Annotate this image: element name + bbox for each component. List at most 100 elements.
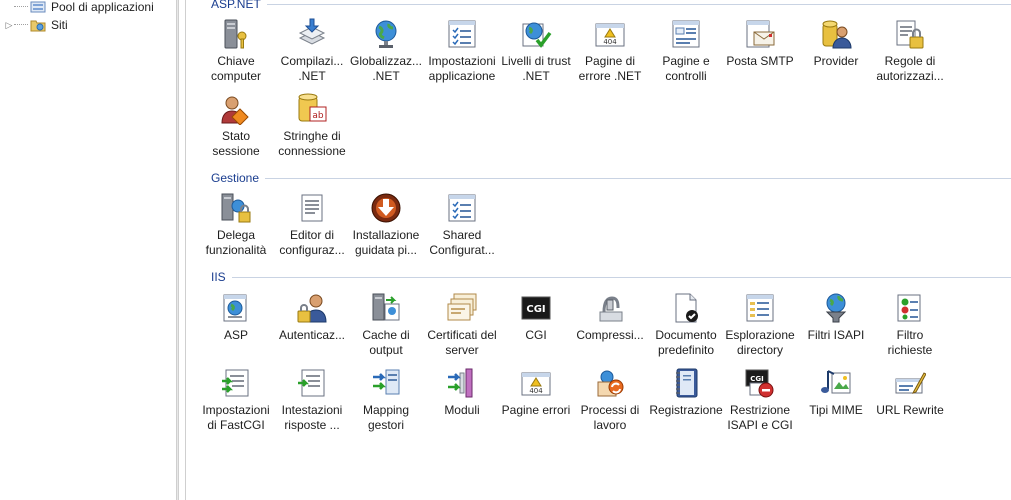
feature-authorization-rules[interactable]: Regole di autorizzazi... — [872, 16, 948, 84]
group-header-management[interactable]: Gestione — [211, 171, 1011, 185]
tree-item-sites[interactable]: ▷ Siti — [0, 16, 68, 34]
session-state-icon — [218, 91, 254, 127]
error-page-icon: 404 — [592, 16, 628, 52]
tree-connector — [14, 24, 28, 26]
asp-icon — [218, 290, 254, 326]
feature-delegation[interactable]: Delega funzionalità — [198, 190, 274, 258]
feature-compression[interactable]: Compressi... — [572, 290, 648, 343]
feature-error-pages[interactable]: 404 Pagine errori — [498, 365, 574, 418]
feature-label: Shared Configurat... — [429, 228, 495, 257]
output-cache-icon — [368, 290, 404, 326]
feature-label: Filtri ISAPI — [807, 328, 865, 342]
server-certificates-icon — [444, 290, 480, 326]
feature-label: Posta SMTP — [726, 54, 794, 68]
feature-label: Cache di output — [362, 328, 410, 357]
authorization-rules-icon — [892, 16, 928, 52]
feature-label: CGI — [525, 328, 547, 342]
globe-icon — [368, 16, 404, 52]
feature-label: Esplorazione directory — [725, 328, 795, 357]
feature-smtp-mail[interactable]: Posta SMTP — [722, 16, 798, 69]
handler-mappings-icon — [368, 365, 404, 401]
feature-pages-controls[interactable]: Pagine e controlli — [648, 16, 724, 84]
feature-modules[interactable]: Moduli — [424, 365, 500, 418]
feature-url-rewrite[interactable]: URL Rewrite — [872, 365, 948, 418]
connection-strings-icon: ab — [294, 91, 330, 127]
feature-worker-processes[interactable]: Processi di lavoro — [572, 365, 648, 433]
shared-config-icon — [444, 190, 480, 226]
feature-label: Globalizzaz... .NET — [349, 54, 423, 83]
feature-authentication[interactable]: Autenticaz... — [274, 290, 350, 343]
modules-icon — [444, 365, 480, 401]
feature-label: Stato sessione — [212, 129, 260, 158]
tree-item-app-pools[interactable]: Pool di applicazioni — [0, 0, 154, 16]
feature-label: Filtro richieste — [887, 328, 933, 357]
tree-item-label: Pool di applicazioni — [51, 0, 154, 14]
tree-item-label: Siti — [51, 18, 68, 32]
group-header-iis[interactable]: IIS — [211, 270, 1011, 284]
feature-config-editor[interactable]: Editor di configuraz... — [274, 190, 350, 258]
feature-label: Processi di lavoro — [580, 403, 640, 432]
pane-splitter[interactable] — [176, 0, 179, 500]
feature-label: Regole di autorizzazi... — [876, 54, 944, 83]
svg-text:CGI: CGI — [526, 304, 545, 315]
isapi-filters-icon — [818, 290, 854, 326]
feature-trust-levels[interactable]: Livelli di trust .NET — [498, 16, 574, 84]
config-editor-icon — [294, 190, 330, 226]
logging-icon — [668, 365, 704, 401]
feature-dotnet-error-pages[interactable]: 404 Pagine di errore .NET — [572, 16, 648, 84]
feature-request-filtering[interactable]: Filtro richieste — [872, 290, 948, 358]
fastcgi-settings-icon — [218, 365, 254, 401]
feature-directory-browsing[interactable]: Esplorazione directory — [722, 290, 798, 358]
feature-label: Compressi... — [576, 328, 644, 342]
compression-icon — [592, 290, 628, 326]
group-title: IIS — [211, 270, 226, 284]
feature-label: Installazione guidata pi... — [352, 228, 420, 257]
feature-label: Autenticaz... — [278, 328, 346, 342]
feature-label: Delega funzionalità — [205, 228, 267, 257]
svg-text:ab: ab — [312, 111, 324, 121]
feature-connection-strings[interactable]: ab Stringhe di connessione — [274, 91, 350, 159]
feature-isapi-filters[interactable]: Filtri ISAPI — [798, 290, 874, 343]
feature-providers[interactable]: Provider — [798, 16, 874, 69]
feature-isapi-cgi-restrictions[interactable]: CGI Restrizione ISAPI e CGI — [722, 365, 798, 433]
feature-default-document[interactable]: Documento predefinito — [648, 290, 724, 358]
machine-key-icon — [218, 16, 254, 52]
feature-mime-types[interactable]: Tipi MIME — [798, 365, 874, 418]
feature-server-certificates[interactable]: Certificati del server — [424, 290, 500, 358]
feature-machine-key[interactable]: Chiave computer — [198, 16, 274, 84]
feature-shared-config[interactable]: Shared Configurat... — [424, 190, 500, 258]
smtp-mail-icon — [742, 16, 778, 52]
group-title: ASP.NET — [211, 0, 261, 11]
feature-label: Provider — [813, 54, 859, 68]
feature-cgi[interactable]: CGI CGI — [498, 290, 574, 343]
group-divider — [266, 3, 1011, 5]
sites-icon — [30, 18, 46, 32]
feature-globalization[interactable]: Globalizzaz... .NET — [348, 16, 424, 84]
feature-label: Chiave computer — [210, 54, 262, 83]
feature-label: Pagine e controlli — [662, 54, 710, 83]
feature-session-state[interactable]: Stato sessione — [198, 91, 274, 159]
feature-asp[interactable]: ASP — [198, 290, 274, 343]
feature-delegation-icon — [218, 190, 254, 226]
request-filtering-icon — [892, 290, 928, 326]
url-rewrite-icon — [892, 365, 928, 401]
features-view: ASP.NET Chiave computer Compilazi... .NE… — [196, 0, 1011, 500]
feature-logging[interactable]: Registrazione — [648, 365, 724, 418]
feature-platform-installer[interactable]: Installazione guidata pi... — [348, 190, 424, 258]
feature-response-headers[interactable]: Intestazioni risposte ... — [274, 365, 350, 433]
feature-app-settings[interactable]: Impostazioni applicazione — [424, 16, 500, 84]
feature-label: Pagine errori — [501, 403, 571, 417]
feature-output-cache[interactable]: Cache di output — [348, 290, 424, 358]
feature-fastcgi-settings[interactable]: Impostazioni di FastCGI — [198, 365, 274, 433]
feature-label: Documento predefinito — [655, 328, 717, 357]
connections-tree: Pool di applicazioni ▷ Siti — [0, 0, 176, 500]
feature-label: Impostazioni di FastCGI — [202, 403, 270, 432]
expand-chevron-icon[interactable]: ▷ — [4, 20, 14, 31]
cgi-icon: CGI — [518, 290, 554, 326]
feature-label: Impostazioni applicazione — [428, 54, 496, 83]
feature-handler-mappings[interactable]: Mapping gestori — [348, 365, 424, 433]
pages-controls-icon — [668, 16, 704, 52]
isapi-cgi-restrictions-icon: CGI — [742, 365, 778, 401]
group-header-aspnet[interactable]: ASP.NET — [211, 0, 1011, 11]
feature-compilation[interactable]: Compilazi... .NET — [274, 16, 350, 84]
